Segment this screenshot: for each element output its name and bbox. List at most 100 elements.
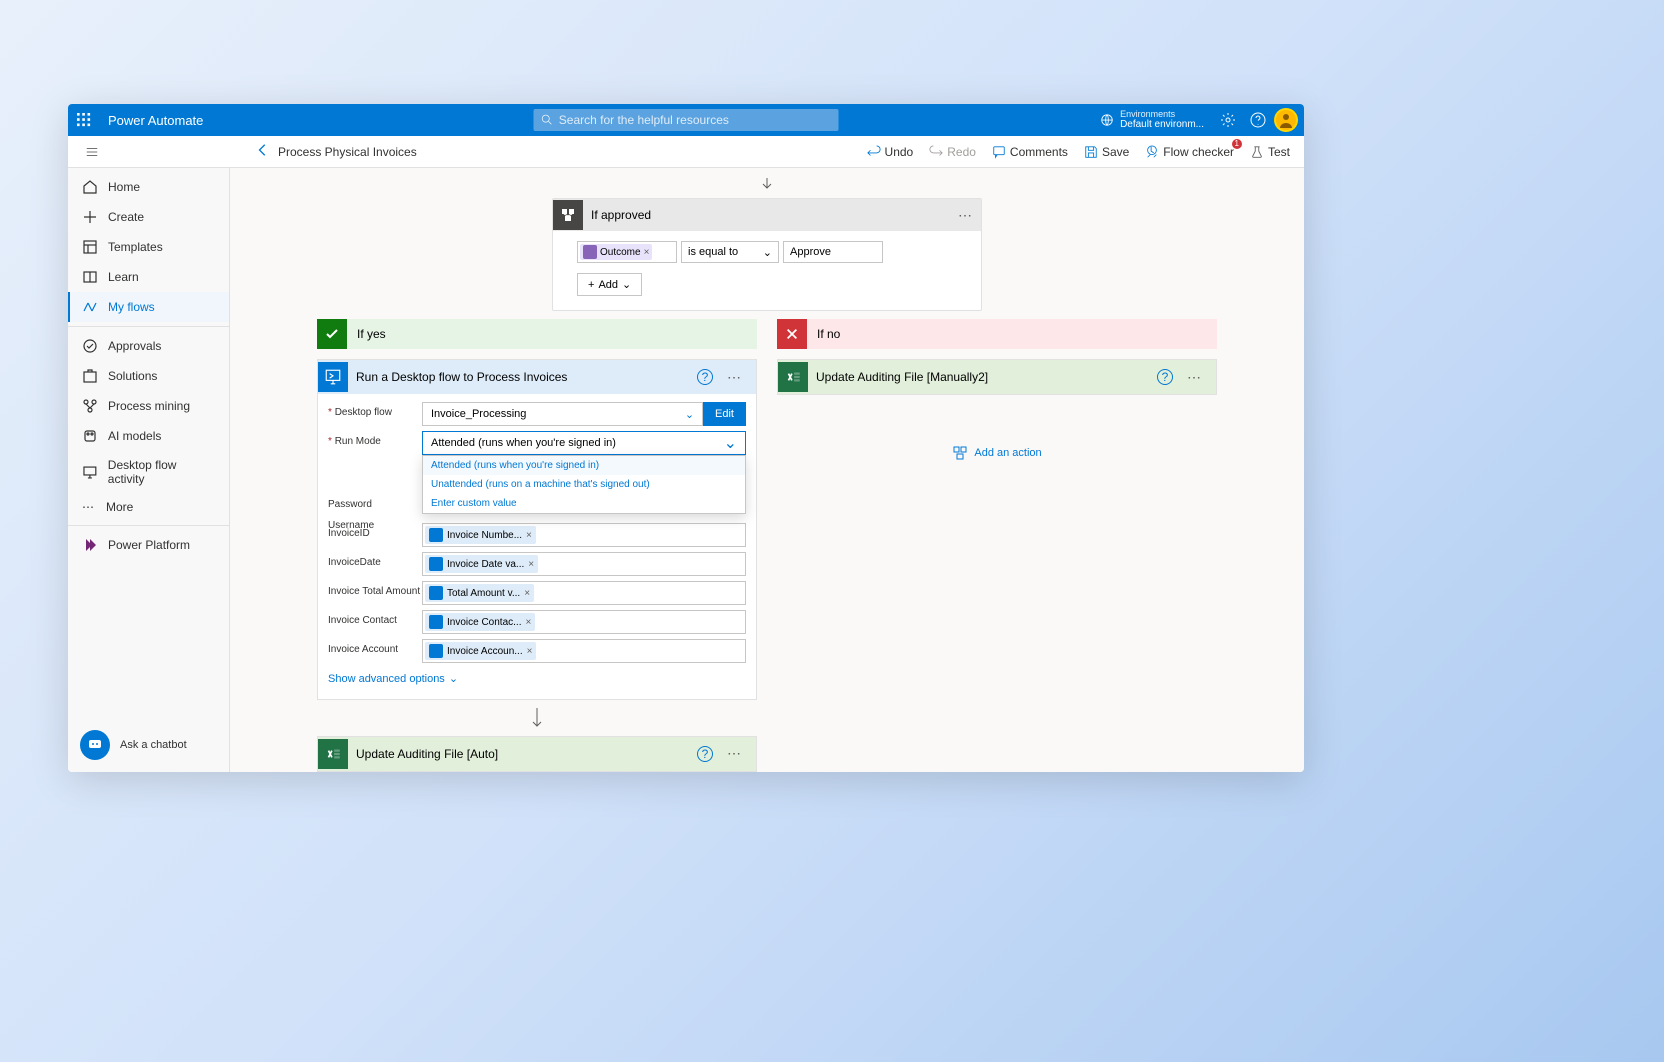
condition-left-operand[interactable]: Outcome × [577,241,677,263]
desktop-flow-header[interactable]: Run a Desktop flow to Process Invoices ?… [318,360,756,394]
branch-yes-header[interactable]: If yes [317,319,757,349]
help-icon[interactable]: ? [1157,369,1173,385]
sidebar: Home Create Templates Learn My flows A [68,168,230,772]
more-icon[interactable]: ⋯ [1179,369,1210,386]
mining-icon [82,398,98,414]
excel-manual-header[interactable]: Update Auditing File [Manually2] ? ⋯ [778,360,1216,394]
chatbot-icon[interactable] [80,730,110,760]
label-run-mode: * Run Mode [328,431,422,447]
invoice-total-token[interactable]: Total Amount v...× [425,584,534,602]
token-remove-icon[interactable]: × [525,617,531,628]
chatbot[interactable]: Ask a chatbot [80,730,187,760]
save-button[interactable]: Save [1078,141,1135,163]
run-mode-select[interactable]: Attended (runs when you're signed in) ⌄ [422,431,746,455]
user-avatar[interactable] [1274,108,1298,132]
row-invoice-account: Invoice Account Invoice Accoun...× [328,639,746,663]
invoice-total-input[interactable]: Total Amount v...× [422,581,746,605]
invoice-contact-token[interactable]: Invoice Contac...× [425,613,535,631]
app-window: Power Automate Environments Default envi… [68,104,1304,772]
invoice-id-token[interactable]: Invoice Numbe...× [425,526,536,544]
environment-selector[interactable]: Environments Default environm... [1100,110,1204,131]
power-platform-icon [82,537,98,553]
excel-auto-card[interactable]: Update Auditing File [Auto] ? ⋯ [317,736,757,772]
nav-templates[interactable]: Templates [68,232,229,262]
show-advanced-link[interactable]: Show advanced options ⌄ [328,672,458,685]
label-desktop-flow: * Desktop flow [328,402,422,418]
excel-icon [318,739,348,769]
test-button[interactable]: Test [1244,141,1296,163]
connector-arrow [250,176,1284,192]
waffle-icon[interactable] [68,104,100,136]
nav-divider [68,326,229,327]
nav-more[interactable]: ⋯ More [68,493,229,521]
branch-yes: If yes Run a Desktop flow to Process Inv… [317,319,757,772]
dropdown-option-custom[interactable]: Enter custom value [423,494,745,513]
row-invoice-contact: Invoice Contact Invoice Contac...× [328,610,746,634]
search-box[interactable] [534,109,839,131]
nav-desktop-flow-activity[interactable]: Desktop flow activity [68,451,229,493]
condition-operator[interactable]: is equal to ⌄ [681,241,779,263]
comments-button[interactable]: Comments [986,141,1074,163]
label-password: Password [328,494,422,510]
invoice-account-input[interactable]: Invoice Accoun...× [422,639,746,663]
excel-manual-card[interactable]: Update Auditing File [Manually2] ? ⋯ [777,359,1217,395]
condition-more-icon[interactable]: ⋯ [950,207,981,224]
token-remove-icon[interactable]: × [524,588,530,599]
help-icon[interactable]: ? [697,746,713,762]
flow-checker-button[interactable]: 1 Flow checker [1139,141,1240,163]
excel-auto-header[interactable]: Update Auditing File [Auto] ? ⋯ [318,737,756,771]
dropdown-option-unattended[interactable]: Unattended (runs on a machine that's sig… [423,475,745,494]
nav-approvals[interactable]: Approvals [68,331,229,361]
token-icon [429,528,443,542]
nav-power-platform[interactable]: Power Platform [68,530,229,560]
token-remove-icon[interactable]: × [528,559,534,570]
undo-button[interactable]: Undo [861,141,920,163]
nav-ai-models[interactable]: AI models [68,421,229,451]
nav-learn[interactable]: Learn [68,262,229,292]
outcome-token[interactable]: Outcome × [580,244,652,260]
desktop-flow-icon [318,362,348,392]
search-input[interactable] [559,113,831,127]
condition-card[interactable]: If approved ⋯ Outcome × is eq [552,198,982,311]
invoice-date-token[interactable]: Invoice Date va...× [425,555,538,573]
redo-button[interactable]: Redo [923,141,982,163]
invoice-contact-input[interactable]: Invoice Contac...× [422,610,746,634]
condition-right-operand[interactable]: Approve [783,241,883,263]
nav-home[interactable]: Home [68,172,229,202]
condition-header[interactable]: If approved ⋯ [553,199,981,231]
toolbar: Process Physical Invoices Undo Redo Comm… [68,136,1304,168]
nav-my-flows[interactable]: My flows [68,292,229,322]
invoice-account-token[interactable]: Invoice Accoun...× [425,642,536,660]
chevron-down-icon: ⌄ [685,408,694,421]
help-icon[interactable] [1244,106,1272,134]
token-remove-icon[interactable]: × [527,646,533,657]
designer-canvas[interactable]: If approved ⋯ Outcome × is eq [230,168,1304,772]
branch-no: If no Update Auditing File [Manually2] ?… [777,319,1217,772]
condition-row: Outcome × is equal to ⌄ Approve [577,241,957,263]
more-icon[interactable]: ⋯ [719,369,750,386]
header-right: Environments Default environm... [1100,106,1304,134]
toolbar-actions: Undo Redo Comments Save 1 Flow checker [861,141,1296,163]
more-icon[interactable]: ⋯ [719,745,750,762]
add-condition-button[interactable]: + Add ⌄ [577,273,642,296]
invoice-date-input[interactable]: Invoice Date va...× [422,552,746,576]
help-icon[interactable]: ? [697,369,713,385]
back-arrow-icon[interactable] [256,143,270,160]
nav-solutions[interactable]: Solutions [68,361,229,391]
desktop-flow-select[interactable]: Invoice_Processing ⌄ [422,402,703,426]
invoice-id-input[interactable]: Invoice Numbe...× [422,523,746,547]
token-remove-icon[interactable]: × [644,247,650,258]
add-action-button[interactable]: Add an action [777,445,1217,461]
edit-button[interactable]: Edit [703,402,746,426]
condition-title: If approved [583,208,950,222]
settings-icon[interactable] [1214,106,1242,134]
hamburger-icon[interactable] [76,145,108,159]
token-remove-icon[interactable]: × [526,530,532,541]
nav-process-mining[interactable]: Process mining [68,391,229,421]
desktop-flow-card[interactable]: Run a Desktop flow to Process Invoices ?… [317,359,757,700]
chatbot-label: Ask a chatbot [120,739,187,751]
env-label: Environments [1120,110,1204,120]
nav-create[interactable]: Create [68,202,229,232]
dropdown-option-attended[interactable]: Attended (runs when you're signed in) [423,456,745,475]
branch-no-header[interactable]: If no [777,319,1217,349]
